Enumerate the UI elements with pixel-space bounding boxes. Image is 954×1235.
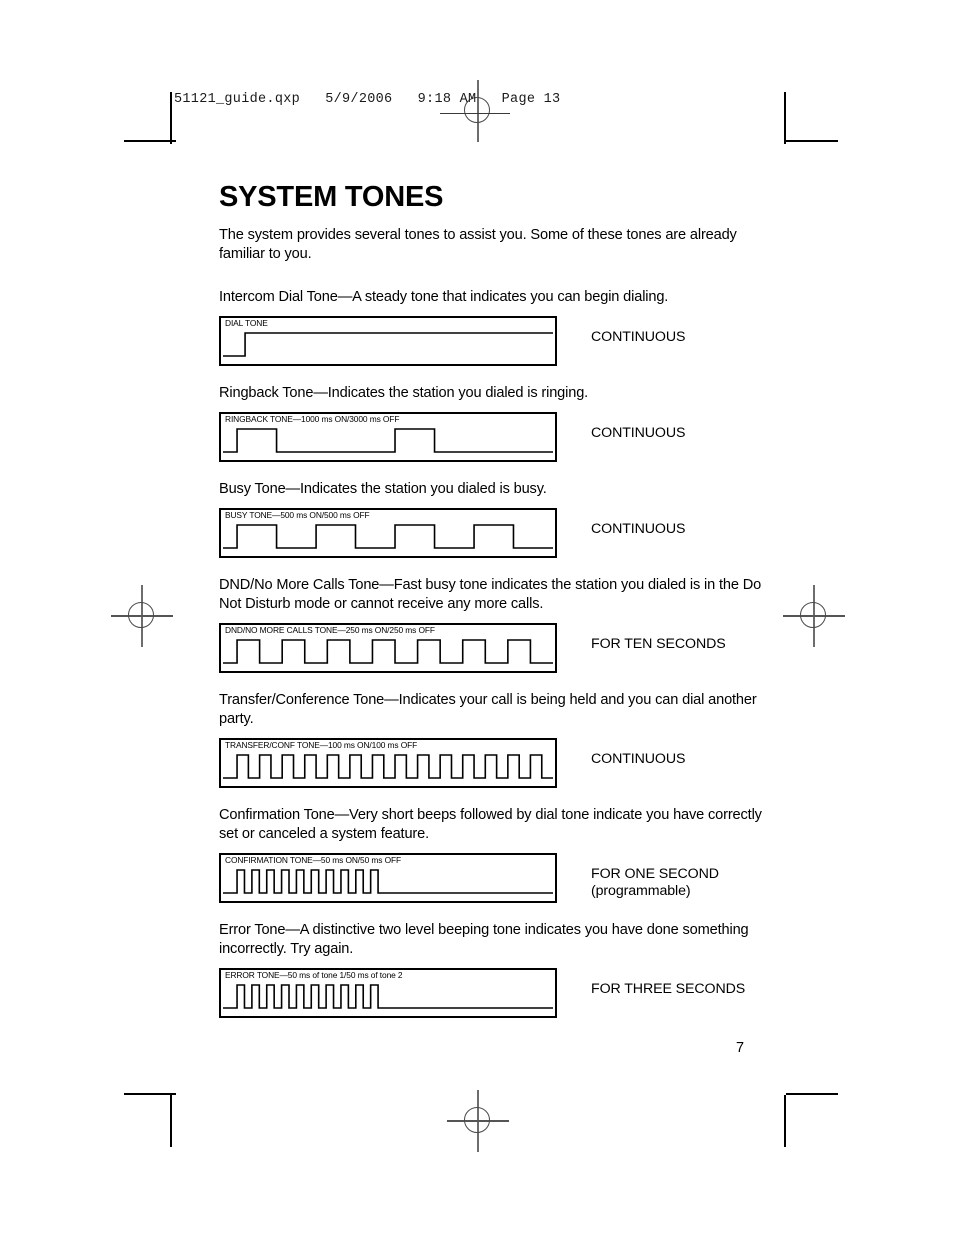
tone-row: CONFIRMATION TONE—50 ms ON/50 ms OFF FOR …	[219, 853, 779, 904]
waveform-diagram: DIAL TONE	[219, 316, 557, 367]
crop-mark-top-left-vertical	[170, 92, 172, 144]
tone-description: Busy Tone—Indicates the station you dial…	[219, 481, 547, 498]
waveform-label: CONFIRMATION TONE—50 ms ON/50 ms OFF	[225, 855, 402, 866]
tone-description: DND/No More Calls Tone—Fast busy tone in…	[219, 577, 762, 613]
waveform-trace	[221, 318, 555, 364]
crop-mark-bottom-right-horizontal	[786, 1093, 838, 1095]
waveform-label: DIAL TONE	[225, 318, 268, 329]
tone-duration: FOR ONE SECOND (programmable)	[591, 866, 719, 900]
tone-description: Confirmation Tone—Very short beeps follo…	[219, 807, 762, 843]
waveform-label: RINGBACK TONE—1000 ms ON/3000 ms OFF	[225, 414, 400, 425]
tone-duration: FOR TEN SECONDS	[591, 636, 726, 653]
tone-row: ERROR TONE—50 ms of tone 1/50 ms of tone…	[219, 968, 779, 1019]
tone-duration: CONTINUOUS	[591, 521, 686, 538]
tone-duration: CONTINUOUS	[591, 751, 686, 768]
crop-mark-bottom-left-vertical	[170, 1095, 172, 1147]
registration-mark-circle	[464, 1107, 490, 1133]
crop-mark-top-right-horizontal	[786, 140, 838, 142]
tone-row: TRANSFER/CONF TONE—100 ms ON/100 ms OFF C…	[219, 738, 779, 789]
tone-list: Intercom Dial Tone—A steady tone that in…	[219, 288, 779, 1019]
page-content: SYSTEM TONES The system provides several…	[219, 182, 779, 1036]
registration-mark-left	[111, 585, 173, 647]
crop-mark-bottom-left-horizontal	[124, 1093, 176, 1095]
print-slug-line: 51121_guide.qxp 5/9/2006 9:18 AM Page 13	[174, 92, 561, 107]
tone-row: BUSY TONE—500 ms ON/500 ms OFF CONTINUOUS	[219, 508, 779, 559]
waveform-diagram: CONFIRMATION TONE—50 ms ON/50 ms OFF	[219, 853, 557, 904]
crop-mark-top-right-vertical	[784, 92, 786, 144]
registration-mark-bottom	[447, 1090, 509, 1152]
tone-duration: CONTINUOUS	[591, 329, 686, 346]
page-number: 7	[736, 1040, 745, 1056]
print-slug-underline	[440, 113, 510, 114]
crop-mark-bottom-right-vertical	[784, 1095, 786, 1147]
waveform-label: TRANSFER/CONF TONE—100 ms ON/100 ms OFF	[225, 740, 418, 751]
page-title: SYSTEM TONES	[219, 181, 444, 213]
registration-mark-circle	[800, 602, 826, 628]
registration-mark-right	[783, 585, 845, 647]
tone-row: DIAL TONE CONTINUOUS	[219, 316, 779, 367]
tone-description: Intercom Dial Tone—A steady tone that in…	[219, 289, 669, 306]
waveform-diagram: ERROR TONE—50 ms of tone 1/50 ms of tone…	[219, 968, 557, 1019]
registration-mark-top-center	[447, 80, 509, 142]
waveform-diagram: RINGBACK TONE—1000 ms ON/3000 ms OFF	[219, 412, 557, 463]
waveform-diagram: BUSY TONE—500 ms ON/500 ms OFF	[219, 508, 557, 559]
waveform-label: ERROR TONE—50 ms of tone 1/50 ms of tone…	[225, 970, 403, 981]
registration-mark-circle	[128, 602, 154, 628]
waveform-diagram: DND/NO MORE CALLS TONE—250 ms ON/250 ms …	[219, 623, 557, 674]
tone-description: Error Tone—A distinctive two level beepi…	[219, 922, 749, 958]
tone-description: Ringback Tone—Indicates the station you …	[219, 385, 589, 402]
tone-duration: FOR THREE SECONDS	[591, 981, 746, 998]
intro-paragraph: The system provides several tones to ass…	[219, 227, 737, 263]
waveform-diagram: TRANSFER/CONF TONE—100 ms ON/100 ms OFF	[219, 738, 557, 789]
waveform-label: DND/NO MORE CALLS TONE—250 ms ON/250 ms …	[225, 625, 435, 636]
crop-mark-top-left-horizontal	[124, 140, 176, 142]
waveform-label: BUSY TONE—500 ms ON/500 ms OFF	[225, 510, 370, 521]
tone-description: Transfer/Conference Tone—Indicates your …	[219, 692, 757, 728]
tone-row: DND/NO MORE CALLS TONE—250 ms ON/250 ms …	[219, 623, 779, 674]
tone-duration: CONTINUOUS	[591, 425, 686, 442]
tone-row: RINGBACK TONE—1000 ms ON/3000 ms OFF CONT…	[219, 412, 779, 463]
